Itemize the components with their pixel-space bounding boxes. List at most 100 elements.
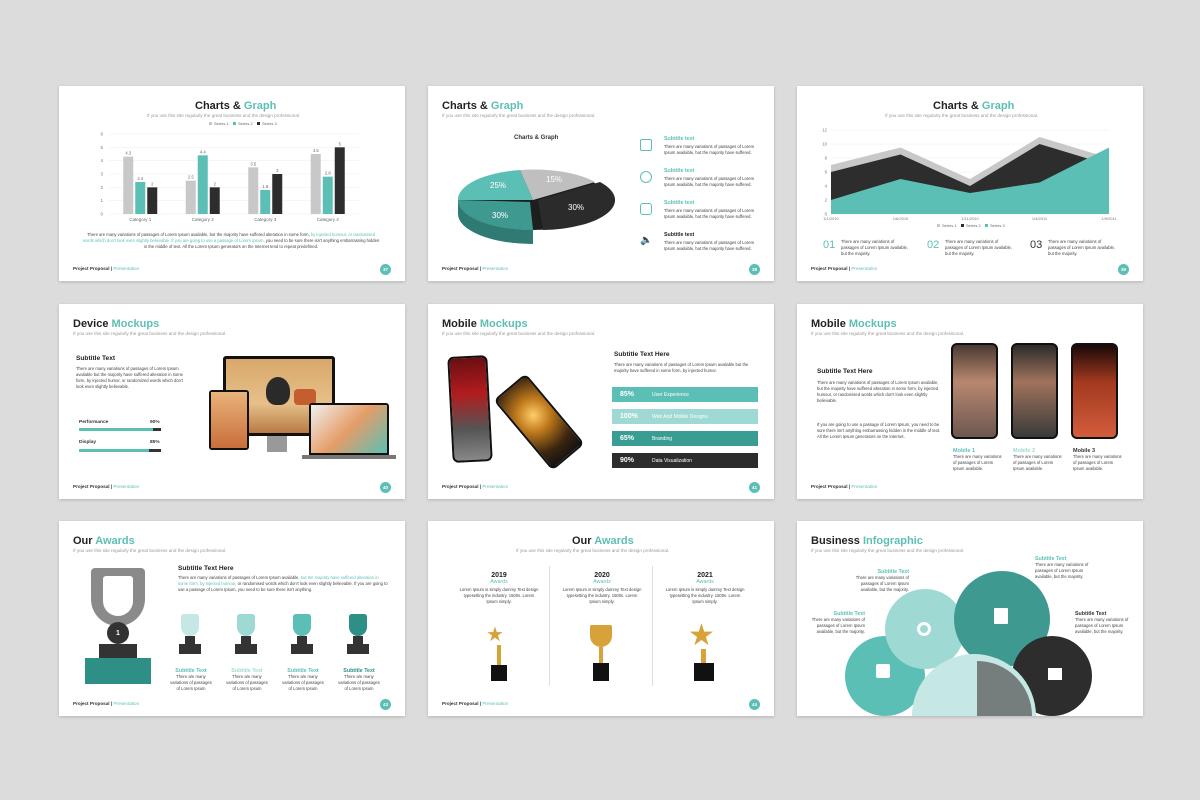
y-tick-label: 6 [825,170,828,175]
x-tick-label: Category 1 [129,217,152,222]
trophy-small [347,614,369,658]
bar [135,182,146,214]
slide-mobile-mockups-1[interactable]: Mobile Mockups If you use this site regu… [428,304,774,499]
pie-label-30a: 30% [568,203,584,212]
monitor-stand [267,436,287,452]
body-text: There are many variations of passages of… [614,362,749,374]
performance-bar [79,428,153,431]
slide-our-awards-1[interactable]: Our Awards If you use this site regularl… [59,521,405,716]
slide-title: Charts & Graph [442,100,524,112]
display-label: Display [79,440,97,445]
trophy-icon: 1 [85,566,151,684]
legend-swatch [233,122,236,125]
legend-swatch [985,224,988,227]
slide-title: Charts & Graph [195,100,277,112]
slide-charts-graph-area[interactable]: Charts & Graph If you use this site regu… [797,86,1143,281]
award-caption: Subtitle Text There are many variations … [338,668,380,692]
y-tick-label: 10 [822,142,827,147]
ribbon-branding: 65% Branding [612,431,758,446]
award-column: 2019 Awards Lorem Ipsum is simply dummy … [459,572,539,605]
page-number: 39 [1118,264,1129,275]
bar [185,180,196,214]
subtitle-text: Subtitle Text Here [178,565,234,572]
legend-swatch [257,122,260,125]
star-trophy-icon: ★ [688,621,720,683]
pie-label-30b: 30% [492,211,508,220]
trophy-number: 1 [107,622,129,644]
data-label: 2 [151,181,154,186]
slide-subtitle: If you use this site regularly the great… [442,113,596,118]
gear-icon [917,622,931,636]
bar [147,187,158,214]
performance-label: Performance [79,420,109,425]
trophy-small [291,614,313,658]
data-label: 4.3 [125,151,131,156]
slide-our-awards-2[interactable]: Our Awards If you use this site regularl… [428,521,774,716]
list-item: Subtitle text There are many variations … [640,136,765,166]
phone-image [447,355,493,463]
data-label: 4.5 [313,148,319,153]
slide-charts-graph-pie[interactable]: Charts & Graph If you use this site regu… [428,86,774,281]
list-item: Subtitle text There are many variations … [640,200,765,230]
footer-brand: Project Proposal | Presentation [73,266,140,271]
bar [272,174,283,214]
award-caption: Subtitle Text There are many variations … [170,668,212,692]
x-tick-label: Category 3 [254,217,277,222]
bar [322,176,333,214]
slide-business-infographic[interactable]: Business Infographic If you use this sit… [797,521,1143,716]
body-text: There are many variations of passages of… [76,366,183,390]
slide-subtitle: If you use this site regularly the great… [73,331,227,336]
pie-chart-title: Charts & Graph [514,135,559,141]
x-tick-label: Category 2 [192,217,215,222]
footer-brand: Project Proposal | Presentation [73,701,140,706]
y-tick-label: 4 [100,158,103,163]
trophy-small [235,614,257,658]
legend-swatch [937,224,940,227]
x-tick-label: 1/1/2010 [823,216,839,221]
slide-charts-graph-bar[interactable]: Charts & Graph If you use this site regu… [59,86,405,281]
divider [652,566,653,686]
slide-body: There are many variations of passages of… [82,232,380,250]
award-column: 2021 Awards Lorem Ipsum is simply dummy … [665,572,745,605]
footer-brand: Project Proposal | Presentation [442,484,509,489]
numbered-list: 01 There are many variations of passages… [823,239,1116,257]
pie-label-25: 25% [490,181,506,190]
slide-device-mockups[interactable]: Device Mockups If you use this site regu… [59,304,405,499]
performance-pct: 90% [150,420,160,425]
legend-label: Series 2 [966,223,981,228]
phone-image [1071,343,1118,439]
callout: Subtitle Text There are many variations … [811,611,865,635]
phone-image [951,343,998,439]
footer-brand: Project Proposal | Presentation [442,266,509,271]
x-tick-label: 1/9/2011 [1101,216,1117,221]
trophy-small [179,614,201,658]
page-number: 44 [749,699,760,710]
slide-subtitle: If you use this site regularly the great… [516,548,670,553]
data-label: 5 [339,141,342,146]
data-label: 2.8 [325,171,331,176]
slide-mobile-mockups-2[interactable]: Mobile Mockups If you use this site regu… [797,304,1143,499]
slide-subtitle: If you use this site regularly the great… [885,113,1039,118]
tablet-image [209,390,249,450]
body-text: There are many variations of passages of… [817,380,939,404]
callout: Subtitle Text There are many variations … [855,569,909,593]
slide-title: Mobile Mockups [811,318,897,330]
subtitle-text: Subtitle Text [76,355,116,362]
y-tick-label: 4 [825,184,828,189]
team-icon [640,203,652,215]
page-number: 41 [749,482,760,493]
y-tick-label: 3 [100,172,103,177]
footer-brand: Project Proposal | Presentation [73,484,140,489]
legend-label: Series 3 [990,223,1005,228]
subtitle-text: Subtitle Text Here [614,351,670,358]
y-tick-label: 2 [825,198,828,203]
page-number: 43 [380,699,391,710]
stamp-icon [876,664,890,678]
footer-brand: Project Proposal | Presentation [811,266,878,271]
area-chart: 0246810121/1/2010 1/6/2010 1/11/2010 1/4/20… [822,128,1117,229]
mobile-caption: Mobile 2 There are many variations of pa… [1013,448,1062,472]
y-tick-label: 6 [100,132,103,137]
slide-title: Our Awards [572,535,634,547]
data-label: 2 [214,181,217,186]
page-number: 38 [749,264,760,275]
